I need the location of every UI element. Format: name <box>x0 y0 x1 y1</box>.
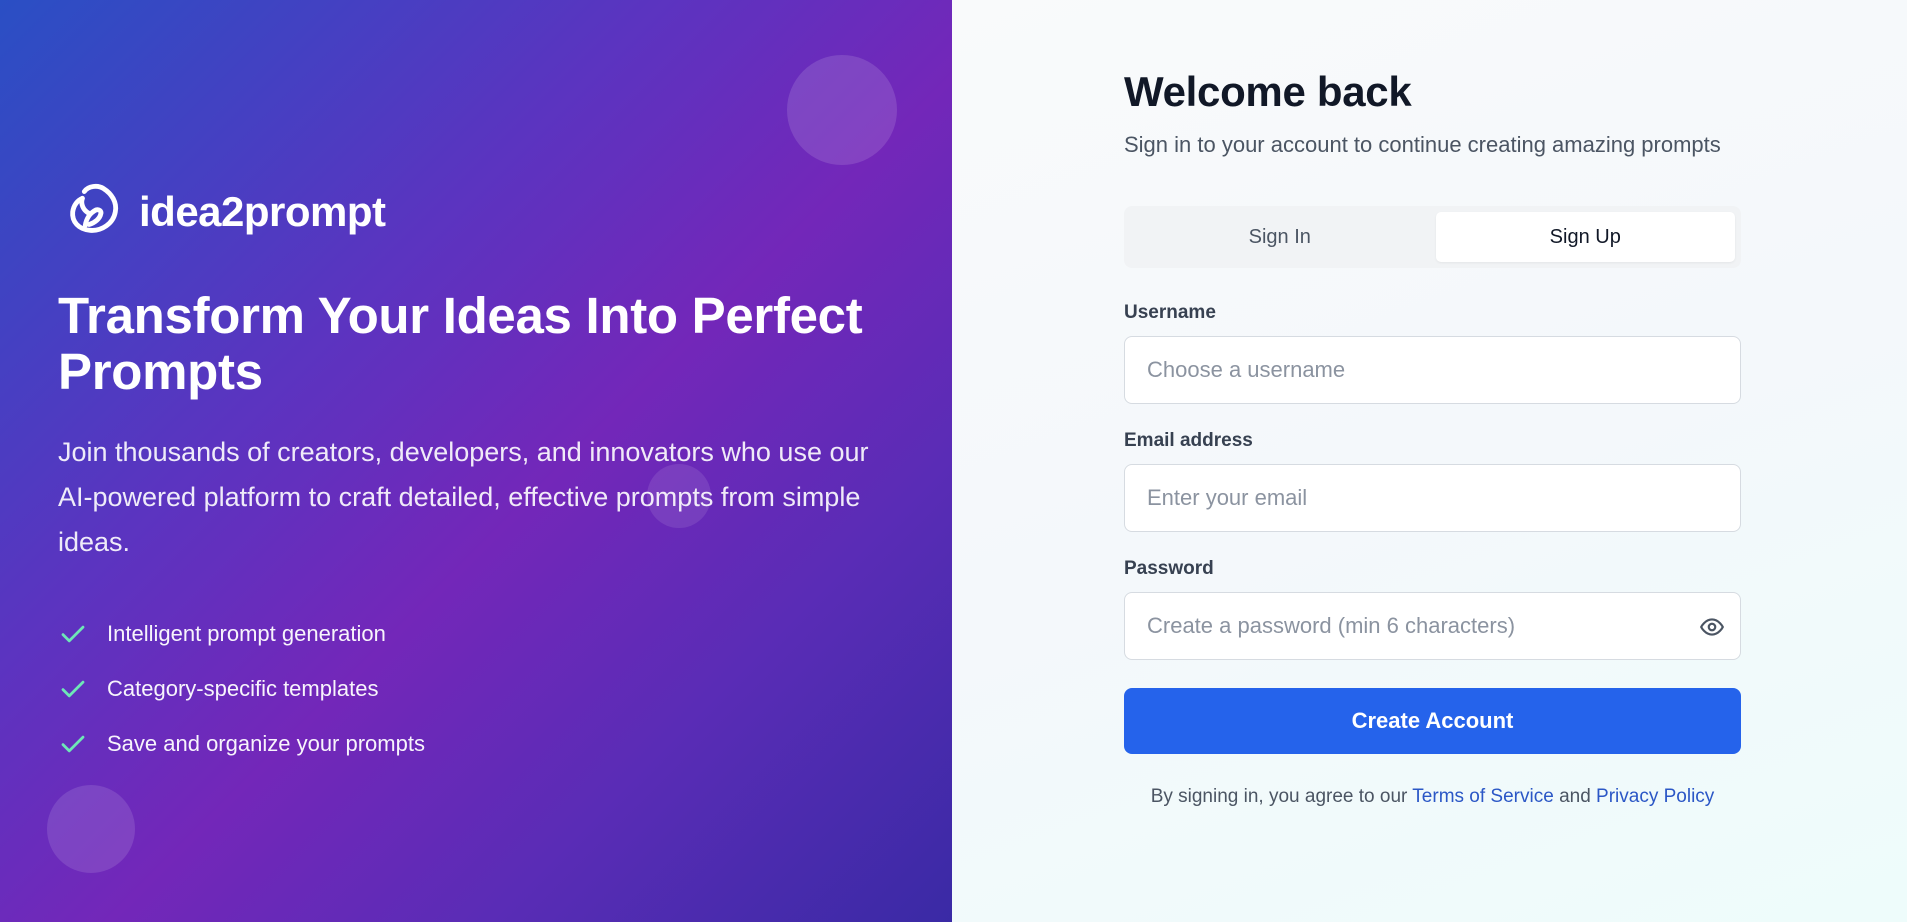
auth-panel: Welcome back Sign in to your account to … <box>952 0 1907 922</box>
eye-icon[interactable] <box>1699 614 1725 640</box>
feature-label: Save and organize your prompts <box>107 730 425 756</box>
email-field-group: Email address <box>1124 430 1741 532</box>
password-input-wrap <box>1124 592 1741 660</box>
brand-name: idea2prompt <box>139 187 386 235</box>
check-icon <box>61 625 85 642</box>
feature-item: Save and organize your prompts <box>58 716 425 771</box>
create-account-button[interactable]: Create Account <box>1124 688 1741 754</box>
auth-form: Welcome back Sign in to your account to … <box>1124 66 1741 808</box>
hero-title: Transform Your Ideas Into Perfect Prompt… <box>58 287 863 400</box>
legal-and: and <box>1559 786 1591 807</box>
feature-item: Intelligent prompt generation <box>58 606 425 661</box>
password-input[interactable] <box>1124 592 1741 660</box>
terms-of-service-link[interactable]: Terms of Service <box>1412 786 1553 807</box>
page-title: Welcome back <box>1124 68 1412 115</box>
legal-prefix: By signing in, you agree to our <box>1150 786 1408 807</box>
feature-item: Category-specific templates <box>58 661 425 716</box>
hero-panel: idea2prompt Transform Your Ideas Into Pe… <box>0 0 952 922</box>
tab-sign-in[interactable]: Sign In <box>1130 212 1430 262</box>
username-label: Username <box>1124 302 1216 323</box>
tab-sign-up[interactable]: Sign Up <box>1435 212 1735 262</box>
username-input[interactable] <box>1124 336 1741 404</box>
privacy-policy-link[interactable]: Privacy Policy <box>1596 786 1714 807</box>
decorative-circle <box>47 785 135 873</box>
password-field-group: Password <box>1124 558 1741 660</box>
hero-description: Join thousands of creators, developers, … <box>58 437 869 557</box>
decorative-circle <box>787 55 897 165</box>
brand: idea2prompt <box>63 178 386 245</box>
username-field-group: Username <box>1124 302 1741 404</box>
page-subtitle: Sign in to your account to continue crea… <box>1124 132 1721 157</box>
check-icon <box>61 680 85 697</box>
logo-icon <box>63 178 125 245</box>
check-icon <box>61 735 85 752</box>
legal-notice: By signing in, you agree to our Terms of… <box>1124 786 1741 808</box>
password-label: Password <box>1124 558 1214 579</box>
feature-list: Intelligent prompt generation Category-s… <box>58 606 425 771</box>
feature-label: Intelligent prompt generation <box>107 620 386 646</box>
email-label: Email address <box>1124 430 1253 451</box>
auth-tabs: Sign In Sign Up <box>1124 206 1741 268</box>
feature-label: Category-specific templates <box>107 675 379 701</box>
email-input[interactable] <box>1124 464 1741 532</box>
